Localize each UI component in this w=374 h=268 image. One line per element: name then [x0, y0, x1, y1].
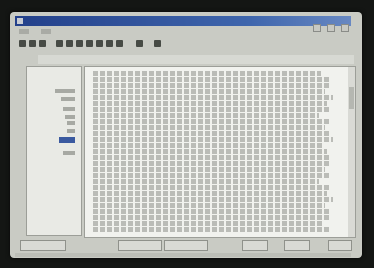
document-line — [93, 95, 333, 100]
document-line — [93, 203, 325, 208]
document-line — [93, 197, 333, 202]
action-button-2[interactable] — [118, 240, 162, 251]
document-line — [93, 161, 329, 166]
document-text — [93, 71, 337, 233]
document-line — [93, 89, 325, 94]
action-button-3[interactable] — [164, 240, 208, 251]
document-line — [93, 221, 323, 226]
document-line — [93, 101, 327, 106]
document-line — [93, 125, 325, 130]
nav-item[interactable] — [61, 97, 75, 101]
document-line — [93, 77, 329, 82]
scrollbar-thumb[interactable] — [349, 87, 354, 109]
menu-item-2[interactable] — [41, 29, 52, 34]
action-button-4[interactable] — [242, 240, 268, 251]
zoom-icon[interactable] — [86, 40, 93, 47]
close-doc-icon[interactable] — [154, 40, 161, 47]
document-line — [93, 83, 331, 88]
document-line — [93, 191, 327, 196]
bookmark-icon[interactable] — [116, 40, 123, 47]
bottom-button-row — [10, 240, 362, 252]
vertical-scrollbar[interactable] — [348, 67, 355, 237]
menu-item-1[interactable] — [19, 29, 29, 34]
search-icon[interactable] — [76, 40, 83, 47]
navigation-pane — [26, 66, 82, 236]
nav-item[interactable] — [55, 89, 75, 93]
document-line — [93, 185, 329, 190]
print-icon[interactable] — [56, 40, 63, 47]
action-button-5[interactable] — [284, 240, 310, 251]
monitor-screen — [10, 12, 362, 258]
action-button-6[interactable] — [328, 240, 352, 251]
forward-icon[interactable] — [29, 40, 36, 47]
document-line — [93, 119, 331, 124]
document-line — [93, 215, 329, 220]
document-line — [93, 167, 325, 172]
options-icon[interactable] — [96, 40, 103, 47]
toolbar — [15, 37, 351, 52]
document-line — [93, 179, 319, 184]
copy-icon[interactable] — [66, 40, 73, 47]
nav-item[interactable] — [67, 129, 75, 133]
star-icon[interactable] — [136, 40, 143, 47]
nav-item[interactable] — [63, 151, 75, 155]
status-bar — [15, 253, 351, 257]
document-line — [93, 149, 327, 154]
window-system-icon[interactable] — [17, 18, 23, 24]
document-line — [93, 107, 329, 112]
document-line — [93, 131, 329, 136]
document-line — [93, 209, 331, 214]
document-line — [93, 155, 331, 160]
back-icon[interactable] — [19, 40, 26, 47]
menubar — [15, 27, 351, 35]
document-line — [93, 113, 319, 118]
help-icon[interactable] — [106, 40, 113, 47]
document-line — [93, 71, 321, 76]
home-icon[interactable] — [39, 40, 46, 47]
nav-item[interactable] — [67, 121, 75, 125]
nav-item[interactable] — [59, 137, 75, 143]
document-line — [93, 143, 323, 148]
action-button-1[interactable] — [20, 240, 66, 251]
nav-item[interactable] — [65, 115, 75, 119]
document-line — [93, 227, 329, 232]
window-titlebar[interactable] — [15, 16, 351, 32]
document-line — [93, 173, 331, 178]
document-pane — [84, 66, 356, 238]
nav-item[interactable] — [63, 107, 75, 111]
document-line — [93, 137, 333, 142]
document-header-band — [38, 55, 354, 64]
